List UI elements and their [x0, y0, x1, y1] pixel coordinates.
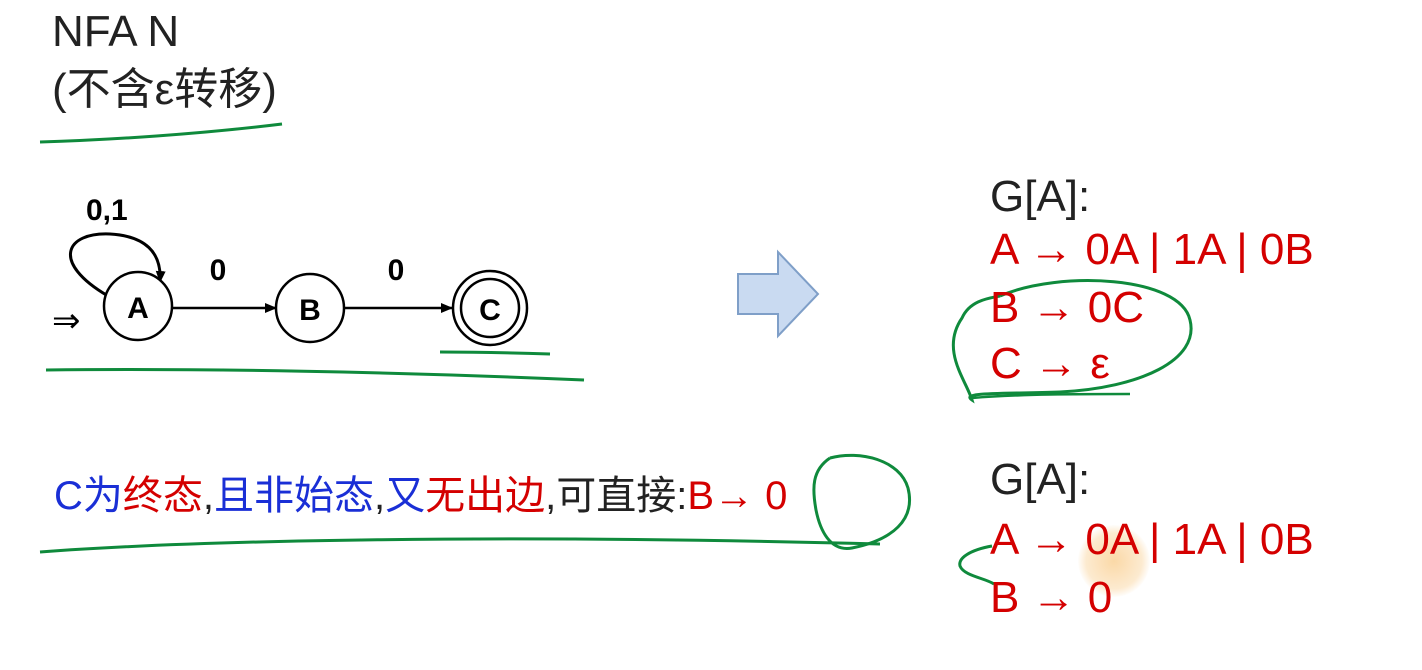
grammar1-production-c: C → ε	[990, 339, 1110, 388]
start-arrow: ⇒	[52, 301, 81, 341]
diagram-underline-annotation	[45, 367, 585, 382]
state-a-label: A	[127, 292, 149, 325]
note-part-c: C为	[54, 474, 123, 518]
note-part-final: 终态	[122, 474, 203, 518]
grammar2-production-a: A → 0A | 1A | 0B	[990, 515, 1314, 564]
conversion-note: C为终态,且非始态,又无出边,可直接:B→ 0	[54, 476, 787, 516]
note-underline-annotation	[39, 537, 881, 554]
conversion-arrow	[737, 249, 820, 339]
state-c-label: C	[479, 294, 501, 327]
self-loop-label: 0,1	[86, 194, 128, 227]
grammar1-production-a: A → 0A | 1A | 0B	[990, 225, 1314, 274]
heading-underline-annotation	[39, 122, 283, 144]
grammar1-production-b: B → 0C	[990, 283, 1145, 332]
note-part-not-start: 且非始态	[214, 474, 375, 518]
edge-a-to-b-label: 0	[210, 254, 227, 287]
state-b-label: B	[299, 294, 321, 327]
note-comma-2: ,	[374, 474, 386, 518]
edge-b-to-c-label: 0	[388, 254, 405, 287]
nfa-diagram: ⇒ 0,1 A 0 B 0 C	[39, 122, 1193, 586]
note-part-also: 又	[385, 474, 426, 518]
note-part-production: B→ 0	[687, 474, 788, 518]
grammar2-production-b: B → 0	[990, 573, 1113, 622]
note-bracket-annotation	[812, 453, 911, 550]
note-part-no-out-edges: 无出边	[425, 474, 546, 518]
grammar1-title: G[A]:	[990, 172, 1091, 221]
grammar2-bracket-annotation	[958, 544, 995, 586]
final-state-underline-annotation	[439, 350, 551, 356]
grammar2-title: G[A]:	[990, 455, 1091, 504]
note-part-directly: ,可直接:	[545, 474, 688, 518]
note-comma-1: ,	[202, 474, 215, 518]
